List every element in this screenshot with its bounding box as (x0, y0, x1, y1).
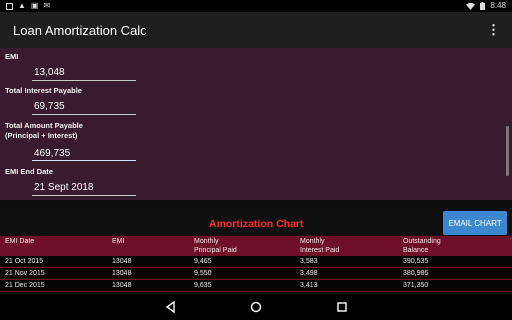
app-bar: Loan Amortization Calc ⋮ (0, 12, 512, 48)
table-header: EMI Date EMI Monthly Principal Paid Month… (0, 236, 512, 256)
header-principal-paid: Monthly Principal Paid (194, 238, 237, 254)
app-m-icon: ▲ (18, 1, 26, 10)
cell-emi: 13048 (112, 270, 132, 277)
header-emi: EMI (112, 238, 125, 245)
overflow-menu-icon[interactable]: ⋮ (487, 22, 500, 38)
total-interest-value[interactable]: 69,735 (34, 101, 65, 112)
cell-principal: 9,465 (194, 258, 212, 265)
cell-emi: 13048 (112, 282, 132, 289)
app-title: Loan Amortization Calc (13, 23, 147, 38)
total-amount-value[interactable]: 469,735 (34, 148, 70, 159)
cell-balance: 390,535 (403, 258, 429, 265)
total-interest-label: Total Interest Payable (5, 86, 82, 95)
battery-icon (480, 1, 486, 10)
cell-interest: 3,413 (300, 282, 318, 289)
cell-interest: 3,498 (300, 270, 318, 277)
recents-icon[interactable] (335, 300, 349, 314)
cell-emi: 13048 (112, 258, 132, 265)
total-amount-label: Total Amount Payable (5, 121, 83, 130)
news-icon: ▣ (30, 1, 39, 10)
cell-interest: 3,583 (300, 258, 318, 265)
section-divider (0, 200, 512, 208)
navigation-bar (0, 294, 512, 320)
cell-principal: 9,635 (194, 282, 212, 289)
cell-principal: 9,550 (194, 270, 212, 277)
cell-emi-date: 21 Nov 2015 (5, 270, 45, 277)
email-chart-button[interactable]: EMAIL CHART (443, 211, 507, 235)
total-amount-sublabel: (Principal + Interest) (5, 131, 78, 140)
cell-emi-date: 21 Dec 2015 (5, 282, 45, 289)
home-icon[interactable] (249, 300, 263, 314)
emi-end-date-value[interactable]: 21 Sept 2018 (34, 182, 94, 193)
cell-balance: 371,350 (403, 282, 429, 289)
header-interest-paid: Monthly Interest Paid (300, 238, 340, 254)
scrollbar-thumb[interactable] (506, 126, 509, 176)
status-bar: ▲ ▣ ✉ 8:48 (0, 0, 512, 12)
table-row: 21 Oct 2015 13048 9,465 3,583 390,535 (0, 256, 512, 268)
back-icon[interactable] (164, 300, 178, 314)
table-row: 21 Dec 2015 13048 9,635 3,413 371,350 (0, 280, 512, 292)
results-panel: EMI 13,048 Total Interest Payable 69,735… (0, 48, 512, 200)
emi-end-date-label: EMI End Date (5, 167, 53, 176)
emi-label: EMI (5, 52, 19, 61)
cell-balance: 380,986 (403, 270, 429, 277)
cell-emi-date: 21 Oct 2015 (5, 258, 44, 265)
header-outstanding-balance: Outstanding Balance (403, 238, 441, 254)
amortization-chart-title: Amortization Chart (209, 218, 304, 230)
emi-end-date-underline (32, 195, 136, 196)
total-amount-underline (32, 160, 136, 161)
image-icon (6, 2, 13, 10)
emi-underline (32, 80, 136, 81)
table-row: 21 Nov 2015 13048 9,550 3,498 380,986 (0, 268, 512, 280)
mail-icon: ✉ (43, 1, 51, 10)
header-emi-date: EMI Date (5, 238, 35, 245)
emi-value[interactable]: 13,048 (34, 67, 65, 78)
total-interest-underline (32, 114, 136, 115)
wifi-icon (466, 2, 476, 10)
status-time: 8:48 (490, 1, 506, 10)
